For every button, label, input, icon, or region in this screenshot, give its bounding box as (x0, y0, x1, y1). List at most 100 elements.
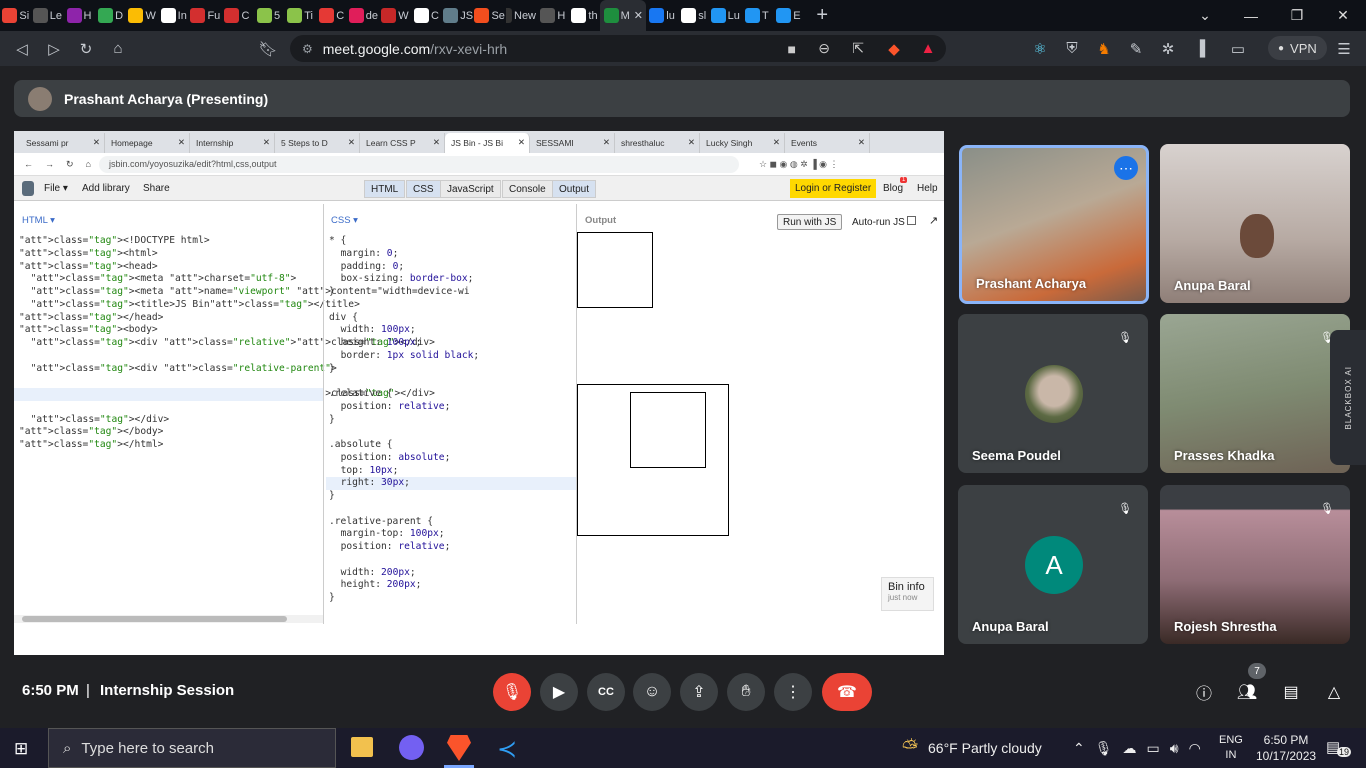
browser-tab[interactable]: E (773, 0, 805, 31)
wifi-icon[interactable]: ◠ (1189, 740, 1201, 757)
address-bar[interactable]: ⚙ meet.google.com/rxv-xevi-hrh ■ ⊖ ⇱ (290, 35, 946, 62)
extensions-icon[interactable]: ✲ (1152, 35, 1184, 63)
site-info-icon[interactable]: ⚙ (302, 42, 313, 56)
language-indicator[interactable]: ENG IN (1219, 733, 1243, 763)
weather-widget[interactable]: ⛅︎ 66°F Partly cloudy (902, 728, 1042, 768)
browser-tab[interactable]: H (63, 0, 95, 31)
browser-tab[interactable]: de (348, 0, 380, 31)
shared-tab-close-icon: ✕ (687, 137, 695, 147)
browser-tab[interactable]: W (126, 0, 158, 31)
code-line: position: absolute; (340, 451, 451, 463)
bookmark-icon[interactable]: 🔖︎ (252, 35, 284, 63)
show-hidden-icons-icon[interactable]: ⌃ (1073, 740, 1085, 757)
browser-tab[interactable]: Lu (709, 0, 741, 31)
raise-hand-button[interactable]: ✋︎ (727, 673, 765, 711)
brave-shield-icon[interactable]: ◆ (878, 35, 910, 63)
browser-tab[interactable]: D (95, 0, 127, 31)
html-scrollbar-thumb (22, 616, 287, 622)
camera-icon[interactable]: ■ (788, 41, 796, 57)
forward-icon[interactable]: ▷ (38, 35, 70, 63)
viber-icon[interactable] (399, 735, 424, 760)
more-options-button[interactable]: ⋮ (774, 673, 812, 711)
shared-browser-tab: JS Bin - JS Bi ✕ (445, 133, 530, 153)
participant-tile-3[interactable]: 🎙︎ Seema Poudel (958, 314, 1148, 473)
leave-call-button[interactable]: ☎︎ (822, 673, 872, 711)
browser-tab[interactable]: C (221, 0, 253, 31)
sidebar-icon[interactable]: ▐ (1184, 35, 1216, 63)
battery-icon[interactable]: ▭ (1147, 740, 1160, 757)
extension-shield-icon[interactable]: ⛨ (1056, 35, 1088, 63)
vpn-button[interactable]: ● VPN (1268, 36, 1327, 60)
wallet-icon[interactable]: ▭ (1222, 35, 1254, 63)
browser-tab[interactable]: Le (32, 0, 64, 31)
browser-tab[interactable]: Ti (284, 0, 316, 31)
back-icon[interactable]: ◁ (6, 35, 38, 63)
camera-toggle-button[interactable]: ▶︎ (540, 673, 578, 711)
onedrive-icon[interactable]: ☁︎ (1123, 740, 1137, 757)
browser-tab[interactable]: New T (505, 0, 537, 31)
shared-home-icon: ⌂ (85, 159, 91, 169)
share-icon[interactable]: ⇱ (852, 40, 864, 57)
browser-tab[interactable]: lu (646, 0, 678, 31)
new-tab-button[interactable]: + (804, 0, 840, 31)
present-button[interactable]: ⇪ (680, 673, 718, 711)
restore-button[interactable]: ❐ (1274, 0, 1320, 31)
reactions-button[interactable]: ☺ (633, 673, 671, 711)
browser-tab[interactable]: T (741, 0, 773, 31)
taskbar-search-box[interactable]: ⌕ Type here to search (48, 728, 336, 768)
menu-icon[interactable]: ☰ (1328, 35, 1360, 63)
windows-start-icon[interactable]: ⊞ (14, 739, 28, 759)
browser-tab[interactable]: sl (678, 0, 710, 31)
brave-icon[interactable] (447, 735, 471, 761)
browser-tab[interactable]: H (537, 0, 569, 31)
chat-button[interactable]: ▤ (1272, 673, 1310, 711)
participant-tile-2[interactable]: Anupa Baral (1160, 144, 1350, 303)
browser-tab[interactable]: W (379, 0, 411, 31)
participant-tile-6[interactable]: 🎙︎ Rojesh Shrestha (1160, 485, 1350, 644)
minimize-button[interactable]: — (1228, 0, 1274, 31)
zoom-icon[interactable]: ⊖ (818, 40, 830, 57)
react-devtools-icon[interactable]: ⚛ (1024, 35, 1056, 63)
people-button[interactable]: 👥︎ (1228, 673, 1266, 711)
home-icon[interactable]: ⌂ (102, 35, 134, 63)
browser-tab[interactable]: C (316, 0, 348, 31)
captions-button[interactable]: CC (587, 673, 625, 711)
close-tab-icon[interactable]: ✕ (634, 9, 643, 22)
taskbar-clock[interactable]: 6:50 PM 10/17/2023 (1256, 732, 1316, 764)
captions-icon: CC (598, 686, 614, 698)
brave-rewards-icon[interactable]: ▲ (912, 35, 944, 63)
tab-favicon-icon (603, 8, 619, 23)
shared-browser-tab: Learn CSS P ✕ (360, 133, 445, 153)
browser-tab[interactable]: Si (0, 0, 32, 31)
auto-run-checkbox (907, 216, 916, 225)
browser-tab[interactable]: th (569, 0, 601, 31)
eyedropper-icon[interactable]: ✎ (1120, 35, 1152, 63)
browser-tab[interactable]: Se (474, 0, 506, 31)
browser-tab[interactable]: C (411, 0, 443, 31)
shared-tab-label: Homepage (111, 138, 153, 148)
file-explorer-icon[interactable] (351, 737, 373, 757)
system-tray-icons: ⌃ 🎙︎ ☁︎ ▭ 🔊︎ ◠ (1073, 728, 1201, 768)
mic-toggle-button[interactable]: 🎙︎ (493, 673, 531, 711)
participant-tile-4[interactable]: 🎙︎ Prasses Khadka (1160, 314, 1350, 473)
browser-tab[interactable]: In (158, 0, 190, 31)
blackbox-ai-widget[interactable]: BLACKBOX AI (1330, 330, 1366, 465)
meeting-details-button[interactable]: ⓘ (1185, 673, 1223, 711)
browser-tab[interactable]: JS (442, 0, 474, 31)
tab-search-icon[interactable]: ⌄ (1182, 0, 1228, 31)
browser-tab[interactable]: Fu (190, 0, 222, 31)
more-options-icon[interactable]: ⋯ (1114, 156, 1138, 180)
browser-tab[interactable]: M ✕ (600, 0, 647, 31)
microphone-icon[interactable]: 🎙︎ (1095, 740, 1113, 757)
close-window-button[interactable]: ✕ (1320, 0, 1366, 31)
browser-tab[interactable]: 5 (253, 0, 285, 31)
participant-tile-1[interactable]: ⋯ Prashant Acharya (959, 145, 1149, 304)
code-line: * { (329, 235, 347, 246)
vscode-icon[interactable]: ≺ (497, 735, 517, 764)
tab-favicon-icon (443, 8, 459, 23)
reload-icon[interactable]: ↻ (70, 35, 102, 63)
activities-button[interactable]: △ (1315, 673, 1353, 711)
extension-icon[interactable]: ♞ (1088, 35, 1120, 63)
participant-tile-5[interactable]: 🎙︎ A Anupa Baral (958, 485, 1148, 644)
volume-icon[interactable]: 🔊︎ (1170, 740, 1179, 757)
